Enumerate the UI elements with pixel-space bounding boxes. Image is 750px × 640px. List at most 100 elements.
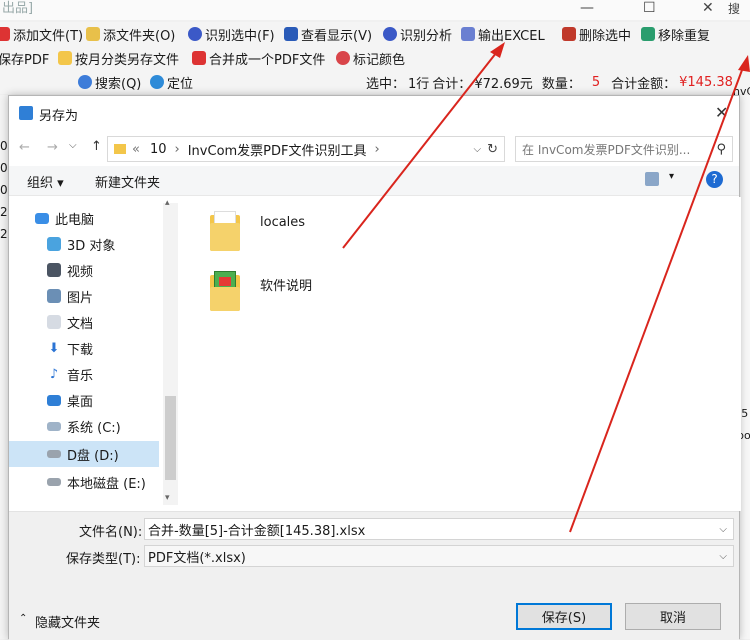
help-icon[interactable]: ? bbox=[706, 171, 723, 188]
merge-pdf-button[interactable]: 合并成一个PDF文件 bbox=[192, 49, 325, 68]
scroll-up-icon[interactable]: ▴ bbox=[165, 198, 170, 208]
filetype-select[interactable]: PDF文档(*.xlsx) ⌵ bbox=[144, 545, 734, 567]
nav-documents[interactable]: 文档 bbox=[47, 311, 93, 333]
main-toolbar: 添加文件(T) 添文件夹(O) 识别选中(F) 查看显示(V) 识别分析 输出E… bbox=[0, 22, 750, 46]
trash-icon bbox=[562, 27, 576, 41]
hide-folders-button[interactable]: 隐藏文件夹 bbox=[35, 612, 100, 631]
recognize-selected-button[interactable]: 识别选中(F) bbox=[188, 25, 275, 44]
mark-color-button[interactable]: 标记颜色 bbox=[336, 49, 405, 68]
address-dropdown-icon[interactable]: ⌵ bbox=[474, 144, 482, 155]
app-title: 出品] bbox=[0, 0, 750, 20]
location-icon bbox=[150, 75, 164, 89]
video-icon bbox=[47, 263, 61, 277]
pdf-icon bbox=[192, 51, 206, 65]
drive-icon bbox=[47, 478, 61, 486]
right-search-fragment: 搜 bbox=[728, 2, 741, 16]
file-list: locales 软件说明 bbox=[180, 197, 741, 511]
view-display-button[interactable]: 查看显示(V) bbox=[284, 25, 372, 44]
search-icon bbox=[78, 75, 92, 89]
add-file-icon bbox=[0, 27, 10, 41]
folder-icon bbox=[114, 144, 126, 154]
picture-icon bbox=[47, 289, 61, 303]
navigation-pane: 此电脑 3D 对象 视频 图片 文档 ⬇ 下载 ♪ 音乐 桌面 系统 (C:) D盘… bbox=[9, 197, 179, 511]
view-mode-icon[interactable] bbox=[645, 172, 659, 186]
refresh-icon[interactable]: ↻ bbox=[487, 142, 498, 157]
status-bar: 搜索(Q) 定位 选中： 1行 合计： ¥72.69元 数量： 5 合计金额： ¥145… bbox=[0, 70, 750, 94]
nav-desktop[interactable]: 桌面 bbox=[47, 389, 93, 411]
filename-input[interactable]: 合并-数量[5]-合计金额[145.38].xlsx ⌵ bbox=[144, 518, 734, 540]
command-bar: 组织 ▾ 新建文件夹 ▾ ? bbox=[9, 166, 739, 196]
palette-icon bbox=[336, 51, 350, 65]
3d-icon bbox=[47, 237, 61, 251]
list-icon bbox=[284, 27, 298, 41]
dialog-title: 另存为 bbox=[39, 109, 79, 124]
search-input[interactable]: 在 InvCom发票PDF文件识别... ⚲ bbox=[515, 136, 733, 162]
search-icon: ⚲ bbox=[716, 141, 726, 157]
add-folder-button[interactable]: 添文件夹(O) bbox=[86, 25, 175, 44]
nav-music[interactable]: ♪ 音乐 bbox=[47, 363, 93, 385]
cancel-button[interactable]: 取消 bbox=[625, 603, 721, 630]
maximize-icon[interactable]: ☐ bbox=[643, 0, 656, 16]
scroll-down-icon[interactable]: ▾ bbox=[165, 493, 170, 503]
nav-drive-d[interactable]: D盘 (D:) bbox=[9, 441, 159, 467]
collapse-icon[interactable]: ⌃ bbox=[19, 613, 27, 624]
nav-scrollbar-thumb[interactable] bbox=[165, 396, 176, 480]
save-by-month-button[interactable]: 按月分类另存文件 bbox=[58, 49, 179, 68]
nav-videos[interactable]: 视频 bbox=[47, 259, 93, 281]
locate-button[interactable]: 定位 bbox=[150, 73, 193, 92]
folder-software-docs[interactable]: 软件说明 bbox=[210, 271, 430, 317]
delete-selected-button[interactable]: 删除选中 bbox=[562, 25, 631, 44]
analyze-button[interactable]: 识别分析 bbox=[383, 25, 452, 44]
address-bar[interactable]: « 10 › InvCom发票PDF文件识别工具 › ⌵ ↻ bbox=[107, 136, 505, 162]
recent-dropdown-icon[interactable]: ⌵ bbox=[69, 140, 77, 151]
secondary-toolbar: 保存PDF 按月分类另存文件 合并成一个PDF文件 标记颜色 bbox=[0, 46, 750, 70]
breadcrumb-10[interactable]: 10 bbox=[150, 142, 167, 157]
nav-downloads[interactable]: ⬇ 下载 bbox=[47, 337, 93, 359]
export-excel-button[interactable]: 输出EXCEL bbox=[461, 25, 545, 44]
dedupe-icon bbox=[641, 27, 655, 41]
close-icon[interactable]: ✕ bbox=[715, 103, 728, 122]
filename-dropdown-icon[interactable]: ⌵ bbox=[719, 524, 727, 535]
recognize-icon bbox=[188, 27, 202, 41]
computer-icon bbox=[35, 212, 49, 224]
music-icon: ♪ bbox=[49, 366, 59, 382]
nav-this-pc[interactable]: 此电脑 bbox=[35, 207, 94, 229]
download-icon: ⬇ bbox=[48, 340, 60, 356]
minimize-icon[interactable]: — bbox=[580, 0, 594, 16]
up-icon[interactable]: ↑ bbox=[91, 139, 102, 154]
selection-summary: 选中： 1行 合计： ¥72.69元 数量： 5 合计金额： ¥145.38 bbox=[366, 74, 733, 92]
organize-button[interactable]: 组织 ▾ bbox=[27, 172, 64, 191]
search-button[interactable]: 搜索(Q) bbox=[78, 73, 141, 92]
breadcrumb-invcom[interactable]: InvCom发票PDF文件识别工具 bbox=[188, 140, 367, 159]
excel-icon bbox=[461, 27, 475, 41]
folder-icon bbox=[86, 27, 100, 41]
analyze-icon bbox=[383, 27, 397, 41]
desktop-icon bbox=[47, 394, 61, 406]
save-button[interactable]: 保存(S) bbox=[516, 603, 612, 630]
dialog-app-icon bbox=[19, 106, 33, 120]
folder-locales[interactable]: locales bbox=[210, 211, 430, 257]
folder-icon bbox=[210, 211, 240, 251]
folder-icon bbox=[58, 51, 72, 65]
drive-icon bbox=[47, 421, 61, 431]
dialog-titlebar: 另存为 ✕ bbox=[9, 96, 739, 132]
back-icon[interactable]: ← bbox=[19, 140, 30, 155]
nav-pictures[interactable]: 图片 bbox=[47, 285, 93, 307]
save-as-dialog: 另存为 ✕ ← → ⌵ ↑ « 10 › InvCom发票PDF文件识别工具 ›… bbox=[8, 95, 741, 640]
drive-icon bbox=[47, 450, 61, 458]
filetype-dropdown-icon[interactable]: ⌵ bbox=[719, 551, 727, 562]
filename-label: 文件名(N): bbox=[79, 525, 143, 540]
document-icon bbox=[47, 315, 61, 329]
add-file-button[interactable]: 添加文件(T) bbox=[0, 25, 83, 44]
folder-icon bbox=[210, 271, 240, 311]
remove-duplicates-button[interactable]: 移除重复 bbox=[641, 25, 710, 44]
forward-icon[interactable]: → bbox=[47, 140, 58, 155]
close-app-icon[interactable]: ✕ bbox=[702, 0, 714, 16]
view-dropdown-icon[interactable]: ▾ bbox=[669, 171, 674, 182]
filetype-label: 保存类型(T): bbox=[66, 552, 141, 567]
nav-3d-objects[interactable]: 3D 对象 bbox=[47, 233, 115, 255]
nav-drive-e[interactable]: 本地磁盘 (E:) bbox=[47, 471, 146, 493]
save-pdf-button[interactable]: 保存PDF bbox=[0, 49, 49, 68]
nav-drive-c[interactable]: 系统 (C:) bbox=[47, 415, 121, 437]
new-folder-button[interactable]: 新建文件夹 bbox=[95, 172, 160, 191]
